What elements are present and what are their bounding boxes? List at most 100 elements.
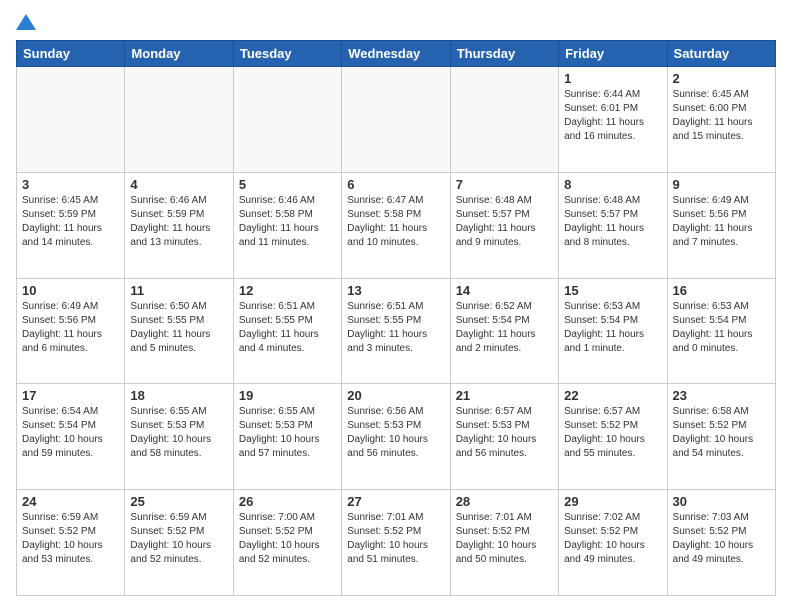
day-number: 27 bbox=[347, 494, 444, 509]
day-number: 6 bbox=[347, 177, 444, 192]
day-number: 19 bbox=[239, 388, 336, 403]
calendar-cell bbox=[342, 67, 450, 173]
cell-info: Sunrise: 6:46 AMSunset: 5:58 PMDaylight:… bbox=[239, 194, 336, 250]
cell-info: Sunrise: 6:45 AMSunset: 6:00 PMDaylight:… bbox=[673, 88, 770, 144]
page: SundayMondayTuesdayWednesdayThursdayFrid… bbox=[0, 0, 792, 612]
cell-info: Sunrise: 6:54 AMSunset: 5:54 PMDaylight:… bbox=[22, 405, 119, 461]
day-number: 30 bbox=[673, 494, 770, 509]
day-number: 5 bbox=[239, 177, 336, 192]
day-number: 21 bbox=[456, 388, 553, 403]
calendar-cell: 25 Sunrise: 6:59 AMSunset: 5:52 PMDayligh… bbox=[125, 490, 233, 596]
calendar-week-4: 17 Sunrise: 6:54 AMSunset: 5:54 PMDayligh… bbox=[17, 384, 776, 490]
header-area bbox=[16, 16, 776, 30]
day-number: 16 bbox=[673, 283, 770, 298]
calendar-cell: 26 Sunrise: 7:00 AMSunset: 5:52 PMDayligh… bbox=[233, 490, 341, 596]
calendar-week-3: 10 Sunrise: 6:49 AMSunset: 5:56 PMDayligh… bbox=[17, 278, 776, 384]
day-number: 11 bbox=[130, 283, 227, 298]
cell-info: Sunrise: 6:59 AMSunset: 5:52 PMDaylight:… bbox=[22, 511, 119, 567]
cell-info: Sunrise: 6:53 AMSunset: 5:54 PMDaylight:… bbox=[564, 300, 661, 356]
day-number: 1 bbox=[564, 71, 661, 86]
calendar-cell bbox=[17, 67, 125, 173]
cell-info: Sunrise: 6:49 AMSunset: 5:56 PMDaylight:… bbox=[673, 194, 770, 250]
cell-info: Sunrise: 6:57 AMSunset: 5:52 PMDaylight:… bbox=[564, 405, 661, 461]
calendar-cell: 3 Sunrise: 6:45 AMSunset: 5:59 PMDaylight… bbox=[17, 172, 125, 278]
cell-info: Sunrise: 6:48 AMSunset: 5:57 PMDaylight:… bbox=[456, 194, 553, 250]
day-number: 26 bbox=[239, 494, 336, 509]
cell-info: Sunrise: 6:49 AMSunset: 5:56 PMDaylight:… bbox=[22, 300, 119, 356]
cell-info: Sunrise: 6:52 AMSunset: 5:54 PMDaylight:… bbox=[456, 300, 553, 356]
cell-info: Sunrise: 6:47 AMSunset: 5:58 PMDaylight:… bbox=[347, 194, 444, 250]
calendar-cell: 29 Sunrise: 7:02 AMSunset: 5:52 PMDayligh… bbox=[559, 490, 667, 596]
cell-info: Sunrise: 6:48 AMSunset: 5:57 PMDaylight:… bbox=[564, 194, 661, 250]
calendar-cell: 20Sunrise: 6:56 AMSunset: 5:53 PMDayligh… bbox=[342, 384, 450, 490]
cell-info: Sunrise: 6:44 AMSunset: 6:01 PMDaylight:… bbox=[564, 88, 661, 144]
calendar-cell: 21 Sunrise: 6:57 AMSunset: 5:53 PMDayligh… bbox=[450, 384, 558, 490]
logo-triangle-icon bbox=[16, 14, 36, 30]
day-number: 14 bbox=[456, 283, 553, 298]
calendar-cell: 17 Sunrise: 6:54 AMSunset: 5:54 PMDayligh… bbox=[17, 384, 125, 490]
calendar-cell: 14 Sunrise: 6:52 AMSunset: 5:54 PMDayligh… bbox=[450, 278, 558, 384]
weekday-header-friday: Friday bbox=[559, 41, 667, 67]
day-number: 23 bbox=[673, 388, 770, 403]
calendar-cell: 28 Sunrise: 7:01 AMSunset: 5:52 PMDayligh… bbox=[450, 490, 558, 596]
logo bbox=[16, 16, 40, 30]
day-number: 13 bbox=[347, 283, 444, 298]
day-number: 29 bbox=[564, 494, 661, 509]
cell-info: Sunrise: 7:01 AMSunset: 5:52 PMDaylight:… bbox=[456, 511, 553, 567]
calendar-week-2: 3 Sunrise: 6:45 AMSunset: 5:59 PMDaylight… bbox=[17, 172, 776, 278]
calendar-cell bbox=[233, 67, 341, 173]
cell-info: Sunrise: 6:51 AMSunset: 5:55 PMDaylight:… bbox=[347, 300, 444, 356]
calendar-cell: 9 Sunrise: 6:49 AMSunset: 5:56 PMDaylight… bbox=[667, 172, 775, 278]
weekday-header-monday: Monday bbox=[125, 41, 233, 67]
calendar-header-row: SundayMondayTuesdayWednesdayThursdayFrid… bbox=[17, 41, 776, 67]
cell-info: Sunrise: 6:55 AMSunset: 5:53 PMDaylight:… bbox=[130, 405, 227, 461]
calendar-cell: 22Sunrise: 6:57 AMSunset: 5:52 PMDayligh… bbox=[559, 384, 667, 490]
cell-info: Sunrise: 6:56 AMSunset: 5:53 PMDaylight:… bbox=[347, 405, 444, 461]
cell-info: Sunrise: 6:59 AMSunset: 5:52 PMDaylight:… bbox=[130, 511, 227, 567]
calendar-cell bbox=[125, 67, 233, 173]
calendar-cell: 19 Sunrise: 6:55 AMSunset: 5:53 PMDayligh… bbox=[233, 384, 341, 490]
cell-info: Sunrise: 6:58 AMSunset: 5:52 PMDaylight:… bbox=[673, 405, 770, 461]
cell-info: Sunrise: 7:01 AMSunset: 5:52 PMDaylight:… bbox=[347, 511, 444, 567]
calendar-table: SundayMondayTuesdayWednesdayThursdayFrid… bbox=[16, 40, 776, 596]
calendar-cell: 11Sunrise: 6:50 AMSunset: 5:55 PMDayligh… bbox=[125, 278, 233, 384]
cell-info: Sunrise: 6:55 AMSunset: 5:53 PMDaylight:… bbox=[239, 405, 336, 461]
calendar-cell: 8 Sunrise: 6:48 AMSunset: 5:57 PMDaylight… bbox=[559, 172, 667, 278]
calendar-cell bbox=[450, 67, 558, 173]
cell-info: Sunrise: 6:46 AMSunset: 5:59 PMDaylight:… bbox=[130, 194, 227, 250]
day-number: 18 bbox=[130, 388, 227, 403]
day-number: 10 bbox=[22, 283, 119, 298]
cell-info: Sunrise: 7:00 AMSunset: 5:52 PMDaylight:… bbox=[239, 511, 336, 567]
calendar-week-1: 1 Sunrise: 6:44 AMSunset: 6:01 PMDaylight… bbox=[17, 67, 776, 173]
day-number: 28 bbox=[456, 494, 553, 509]
calendar-cell: 30 Sunrise: 7:03 AMSunset: 5:52 PMDayligh… bbox=[667, 490, 775, 596]
day-number: 4 bbox=[130, 177, 227, 192]
day-number: 15 bbox=[564, 283, 661, 298]
calendar-cell: 1 Sunrise: 6:44 AMSunset: 6:01 PMDaylight… bbox=[559, 67, 667, 173]
day-number: 9 bbox=[673, 177, 770, 192]
weekday-header-thursday: Thursday bbox=[450, 41, 558, 67]
weekday-header-wednesday: Wednesday bbox=[342, 41, 450, 67]
calendar-cell: 13 Sunrise: 6:51 AMSunset: 5:55 PMDayligh… bbox=[342, 278, 450, 384]
day-number: 25 bbox=[130, 494, 227, 509]
day-number: 12 bbox=[239, 283, 336, 298]
day-number: 2 bbox=[673, 71, 770, 86]
day-number: 8 bbox=[564, 177, 661, 192]
calendar-cell: 7 Sunrise: 6:48 AMSunset: 5:57 PMDaylight… bbox=[450, 172, 558, 278]
cell-info: Sunrise: 6:51 AMSunset: 5:55 PMDaylight:… bbox=[239, 300, 336, 356]
calendar-cell: 2 Sunrise: 6:45 AMSunset: 6:00 PMDaylight… bbox=[667, 67, 775, 173]
cell-info: Sunrise: 7:03 AMSunset: 5:52 PMDaylight:… bbox=[673, 511, 770, 567]
calendar-cell: 15 Sunrise: 6:53 AMSunset: 5:54 PMDayligh… bbox=[559, 278, 667, 384]
cell-info: Sunrise: 6:57 AMSunset: 5:53 PMDaylight:… bbox=[456, 405, 553, 461]
day-number: 7 bbox=[456, 177, 553, 192]
day-number: 3 bbox=[22, 177, 119, 192]
weekday-header-sunday: Sunday bbox=[17, 41, 125, 67]
day-number: 24 bbox=[22, 494, 119, 509]
calendar-cell: 16Sunrise: 6:53 AMSunset: 5:54 PMDayligh… bbox=[667, 278, 775, 384]
cell-info: Sunrise: 7:02 AMSunset: 5:52 PMDaylight:… bbox=[564, 511, 661, 567]
day-number: 17 bbox=[22, 388, 119, 403]
calendar-cell: 10 Sunrise: 6:49 AMSunset: 5:56 PMDayligh… bbox=[17, 278, 125, 384]
cell-info: Sunrise: 6:45 AMSunset: 5:59 PMDaylight:… bbox=[22, 194, 119, 250]
calendar-week-5: 24 Sunrise: 6:59 AMSunset: 5:52 PMDayligh… bbox=[17, 490, 776, 596]
calendar-cell: 23 Sunrise: 6:58 AMSunset: 5:52 PMDayligh… bbox=[667, 384, 775, 490]
